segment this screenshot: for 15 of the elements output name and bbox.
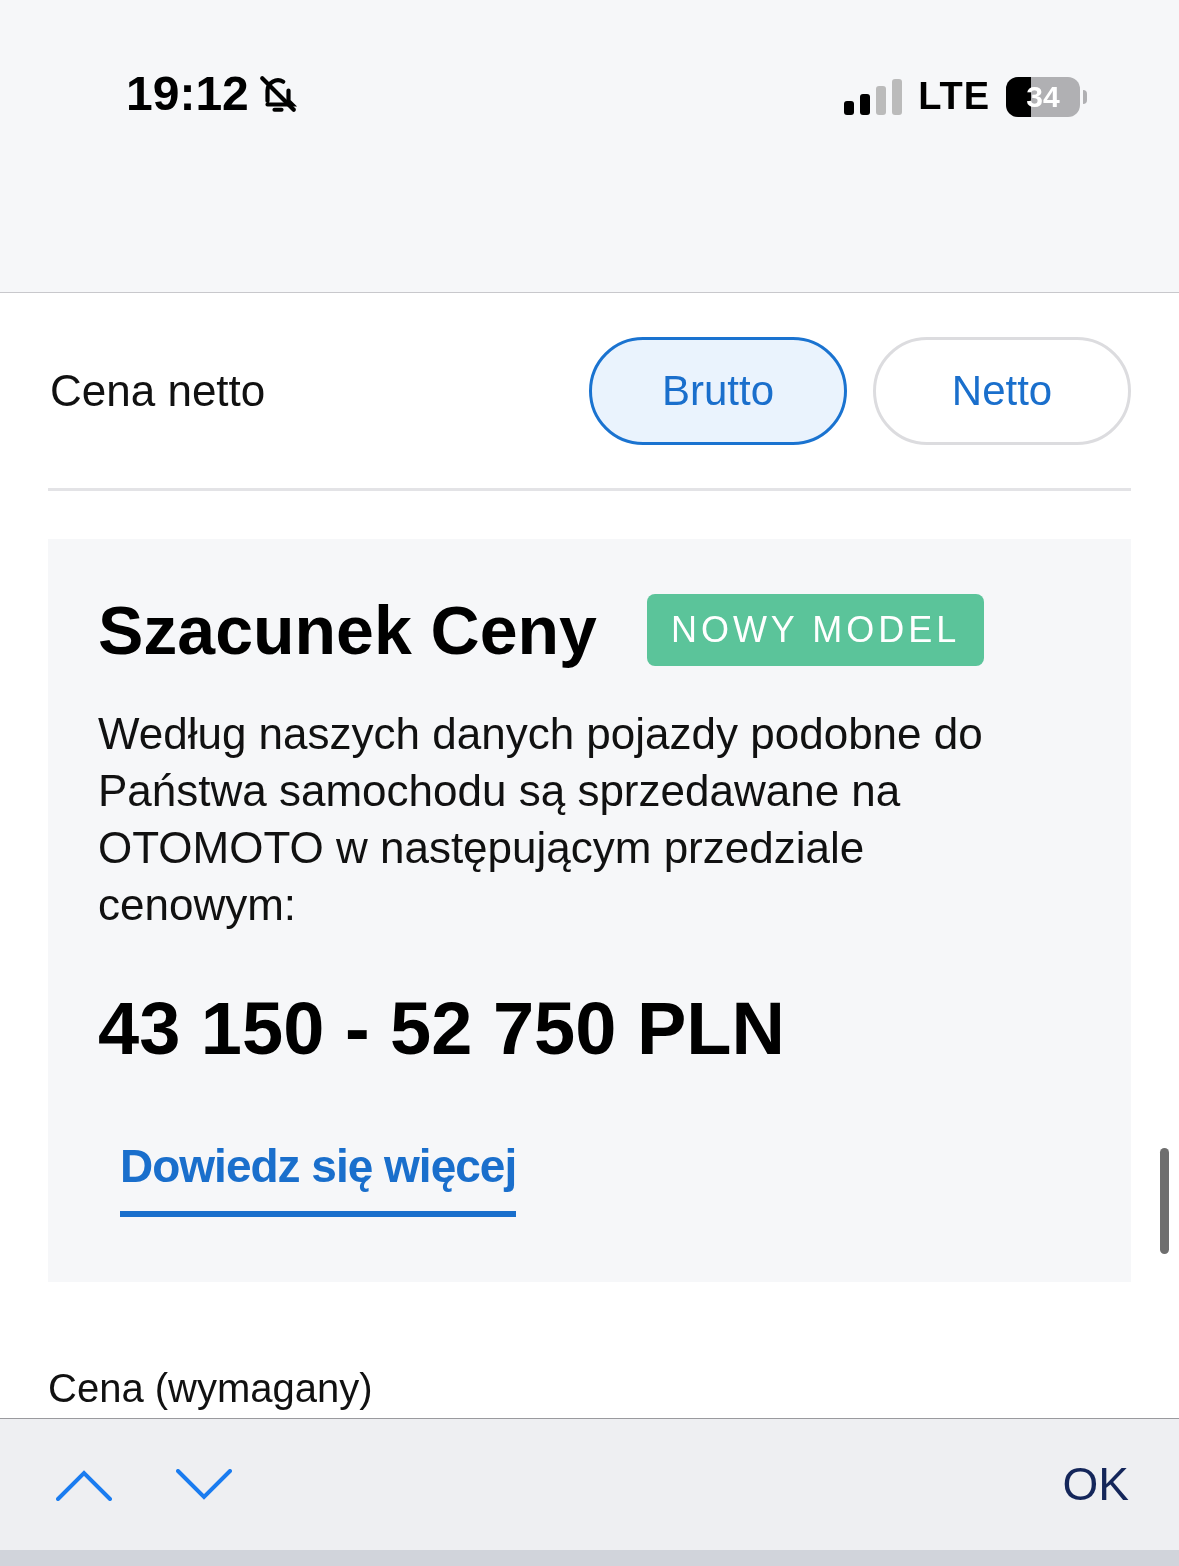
network-label: LTE [918,74,990,119]
new-badge: NOWY MODEL [646,594,985,666]
status-time: 19:12 [126,66,249,122]
chevron-up-icon[interactable] [56,1468,112,1501]
signal-icon [844,78,903,115]
field-label: Cena (wymagany) [48,1365,374,1412]
chevron-down-icon[interactable] [176,1468,232,1501]
estimate-description: Według naszych danych pojazdy podobne do Państwa samochodu są sprzedawane na OTOMOTO w następującym przedziale cenowym: [98,708,984,931]
toggle-option[interactable]: Brutto [589,336,847,445]
learn-more-link[interactable]: Dowiedz się więcej [120,1132,517,1217]
field-label: Cena netto [49,364,266,417]
card-title: Szacunek Ceny [98,591,597,670]
ok-button[interactable]: OK [1062,1450,1129,1519]
price-range: 43 150 - 52 750 PLN [98,986,786,1072]
toggle-option[interactable]: Netto [873,336,1131,445]
